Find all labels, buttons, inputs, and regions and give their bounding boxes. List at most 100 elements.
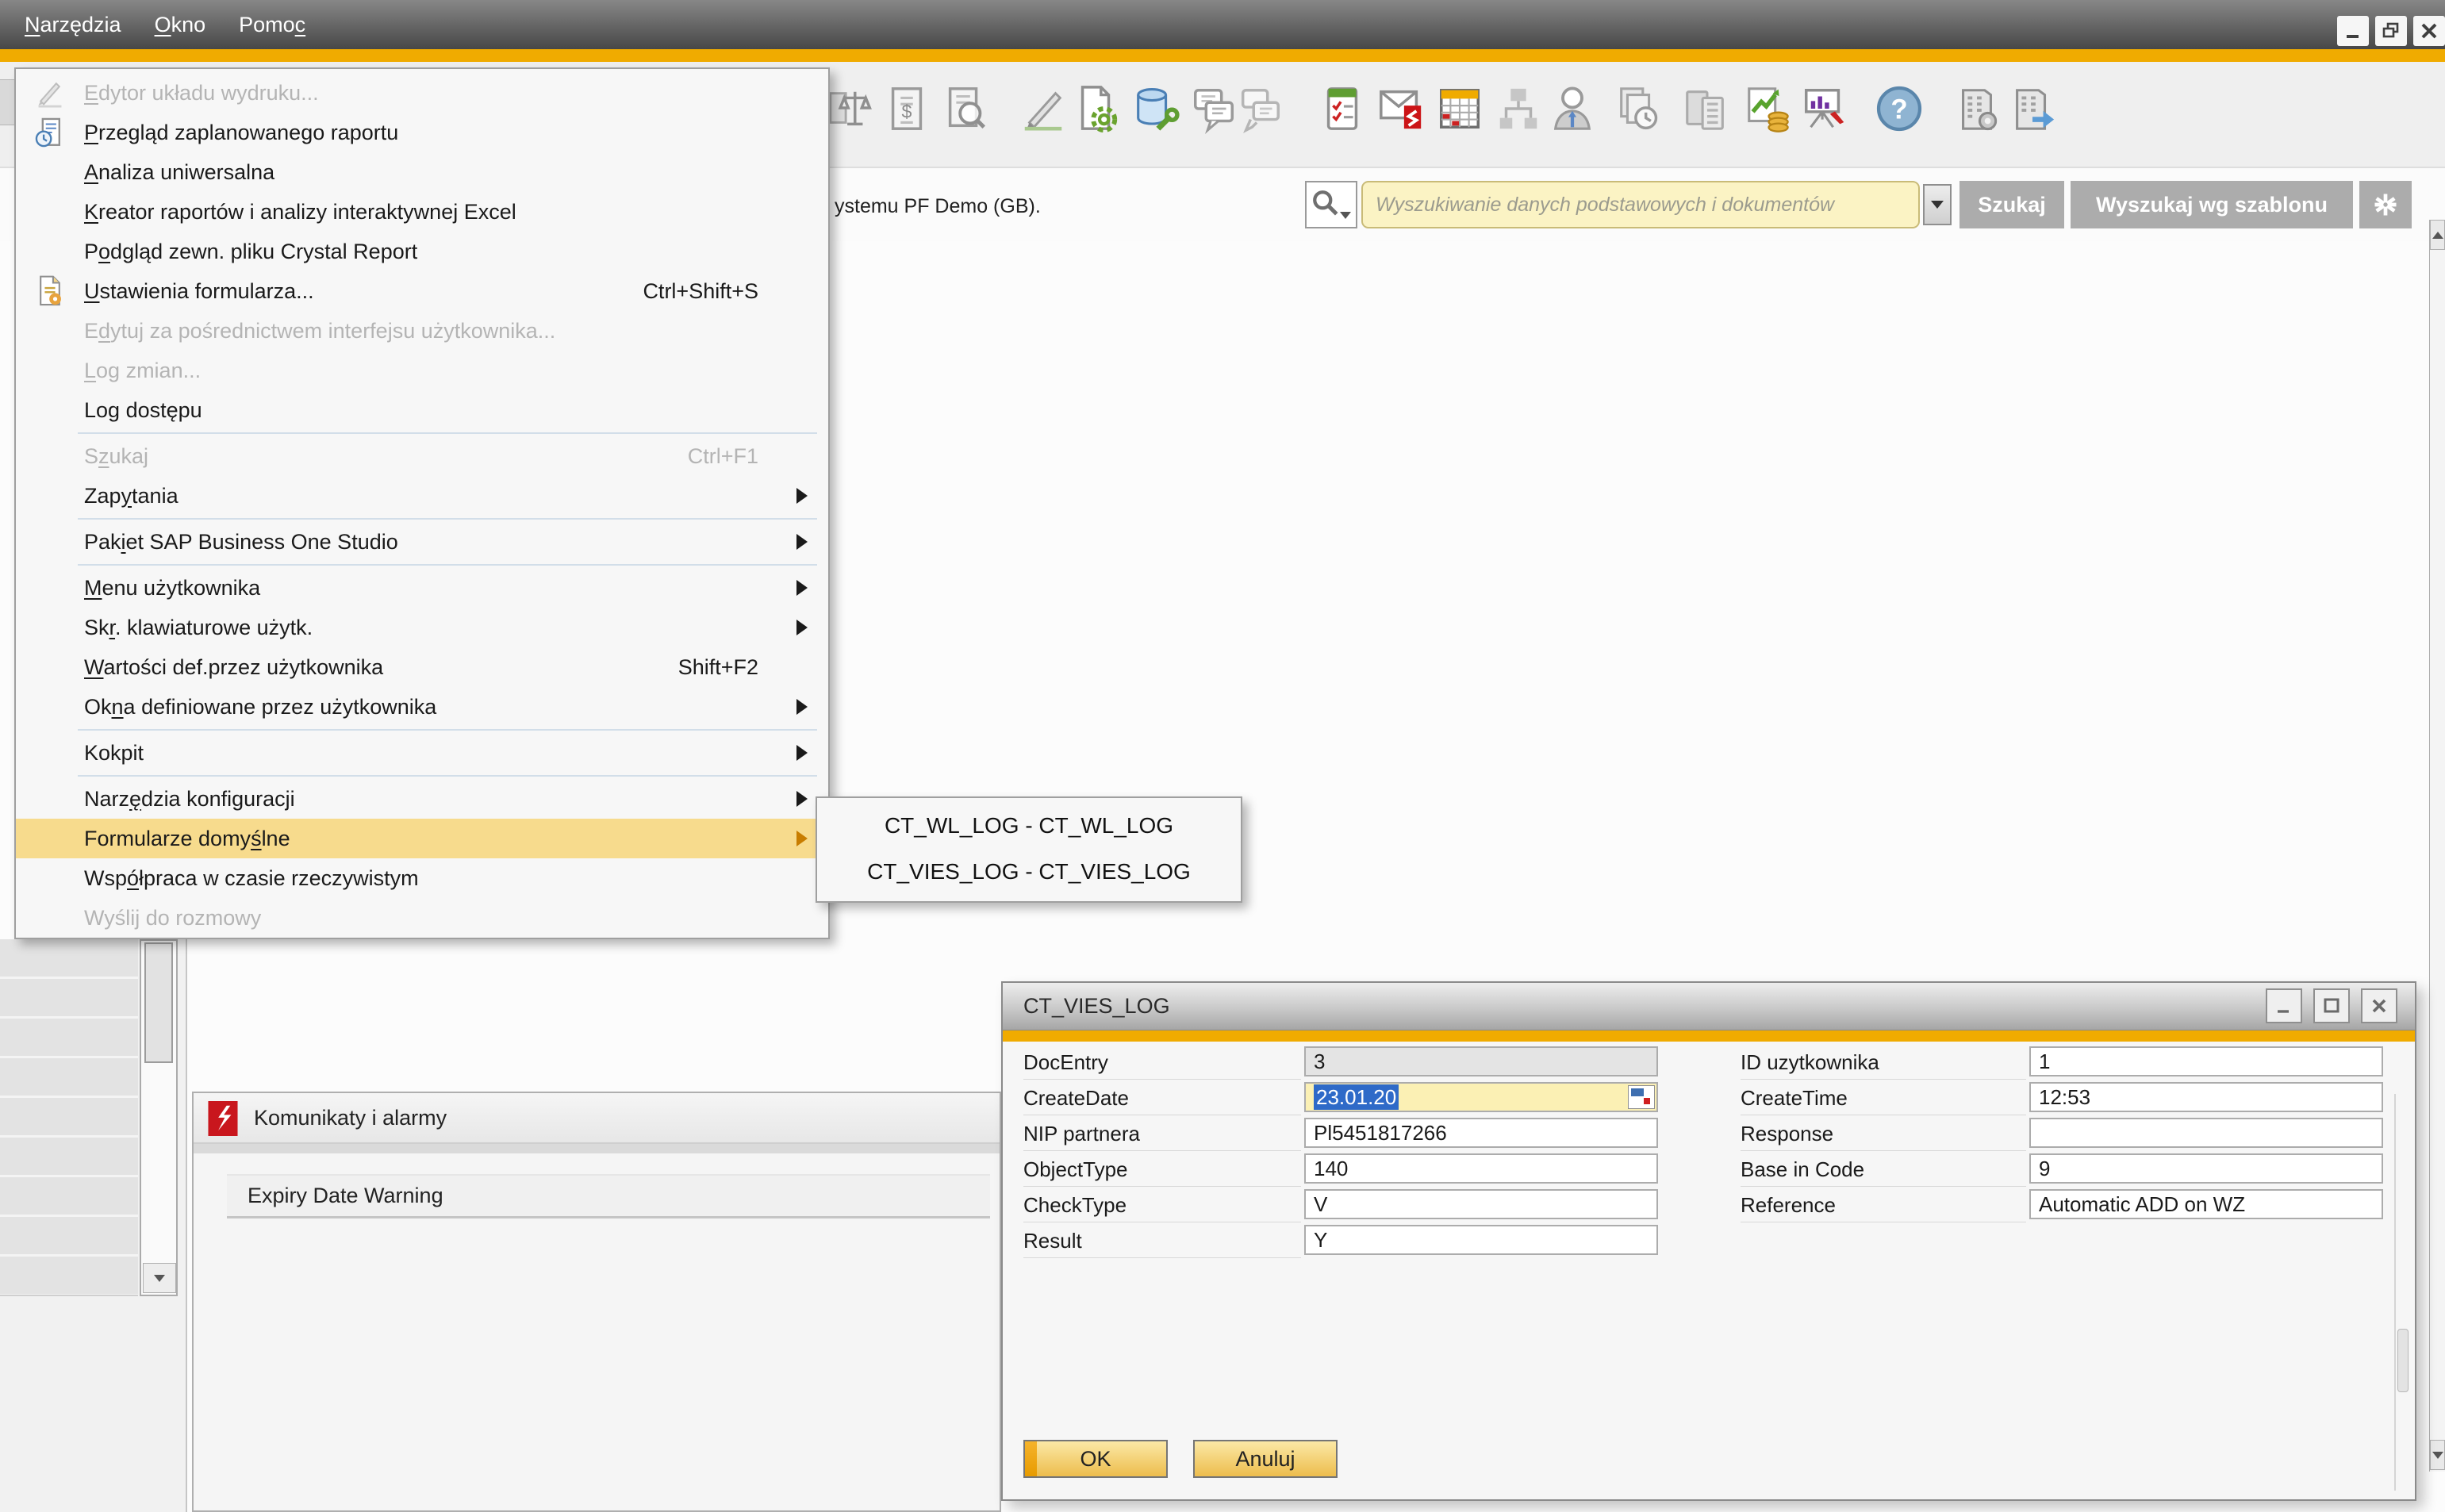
menu-item-label: Formularze domyślne <box>84 827 290 851</box>
chat-forward-icon[interactable] <box>1235 83 1284 135</box>
alert-row[interactable]: Expiry Date Warning <box>227 1174 990 1218</box>
search-button[interactable]: Szukaj <box>1959 181 2064 228</box>
field-input[interactable]: Y <box>1304 1225 1658 1255</box>
menu-item[interactable]: Analiza uniwersalna <box>16 152 828 192</box>
field-input[interactable] <box>2029 1118 2383 1148</box>
dialog-field-row: ID uzytkownika1 <box>1741 1046 2386 1081</box>
dialog-scrollbar[interactable] <box>2394 1094 2409 1491</box>
menu-item[interactable]: Menu użytkownika <box>16 568 828 608</box>
menu-item[interactable]: Kreator raportów i analizy interaktywnej… <box>16 192 828 232</box>
menu-item[interactable]: Log dostępu <box>16 390 828 430</box>
submenu-item[interactable]: CT_VIES_LOG - CT_VIES_LOG <box>817 849 1241 895</box>
menubar-item[interactable]: Okno <box>138 0 223 49</box>
field-input[interactable]: 9 <box>2029 1153 2383 1184</box>
menubar-item[interactable]: Narzędzia <box>8 0 138 49</box>
calendar-picker-icon[interactable] <box>1628 1085 1655 1109</box>
menu-item[interactable]: Pakiet SAP Business One Studio <box>16 522 828 562</box>
chart-coins-icon[interactable] <box>1743 83 1792 135</box>
submenu-item[interactable]: CT_WL_LOG - CT_WL_LOG <box>817 803 1241 849</box>
submenu-arrow-icon <box>796 745 808 761</box>
menu-item[interactable]: Zapytania <box>16 476 828 516</box>
field-input[interactable]: Automatic ADD on WZ <box>2029 1189 2383 1219</box>
calendar-grid-icon[interactable] <box>1435 83 1484 135</box>
document-dollar-icon[interactable]: $ <box>882 83 931 135</box>
chat-bubbles-icon[interactable] <box>1189 83 1238 135</box>
menubar-item[interactable]: Pomoc <box>222 0 322 49</box>
menu-item[interactable]: Edytuj za pośrednictwem interfejsu użytk… <box>16 311 828 351</box>
calendar-checklist-icon[interactable] <box>1318 83 1367 135</box>
close-icon[interactable] <box>2413 16 2445 46</box>
presentation-board-icon[interactable] <box>1800 83 1849 135</box>
search-placeholder: Wyszukiwanie danych podstawowych i dokum… <box>1363 182 1918 227</box>
menu-item[interactable]: Wartości def.przez użytkownikaShift+F2 <box>16 647 828 687</box>
menu-item[interactable]: Log zmian... <box>16 351 828 390</box>
document-gear-icon[interactable] <box>1072 83 1121 135</box>
restore-icon[interactable] <box>2375 16 2407 46</box>
menu-item[interactable]: Edytor układu wydruku... <box>16 73 828 113</box>
field-input[interactable]: 12:53 <box>2029 1082 2383 1112</box>
scrollbar-thumb[interactable] <box>144 942 173 1063</box>
menu-item[interactable]: Formularze domyślne <box>16 819 828 858</box>
document-search-icon[interactable] <box>941 83 990 135</box>
building-gear-icon[interactable] <box>1952 83 2002 135</box>
search-by-template-button[interactable]: Wyszukaj wg szablonu <box>2071 181 2353 228</box>
print-layout-editor-icon <box>16 76 84 109</box>
menu-separator <box>78 729 817 731</box>
menu-item-label: Edytuj za pośrednictwem interfejsu użytk… <box>84 319 555 343</box>
search-icon <box>1310 187 1341 219</box>
cancel-button[interactable]: Anuluj <box>1193 1440 1338 1478</box>
main-vertical-scrollbar[interactable] <box>2429 220 2445 1472</box>
menu-item[interactable]: Okna definiowane przez użytkownika <box>16 687 828 727</box>
field-label: CheckType <box>1023 1188 1301 1222</box>
minimize-icon[interactable] <box>2337 16 2369 46</box>
close-icon[interactable] <box>2361 988 2397 1023</box>
menu-item[interactable]: Podgląd zewn. pliku Crystal Report <box>16 232 828 271</box>
search-dropdown-button[interactable] <box>1923 184 1952 225</box>
field-input[interactable]: 140 <box>1304 1153 1658 1184</box>
field-input[interactable]: 3 <box>1304 1046 1658 1076</box>
menu-item[interactable]: Ustawienia formularza...Ctrl+Shift+S <box>16 271 828 311</box>
field-input[interactable]: 1 <box>2029 1046 2383 1076</box>
database-wrench-icon[interactable] <box>1130 83 1180 135</box>
menu-item[interactable]: Współpraca w czasie rzeczywistym <box>16 858 828 898</box>
field-input[interactable]: 23.01.20 <box>1304 1082 1658 1112</box>
dialog-titlebar[interactable] <box>1003 983 2415 1030</box>
menu-separator <box>78 432 817 434</box>
scroll-down-icon[interactable] <box>143 1263 176 1293</box>
status-message: ystemu PF Demo (GB). <box>835 195 1041 218</box>
menu-item[interactable]: Przegląd zaplanowanego raportu <box>16 113 828 152</box>
menu-item[interactable]: Narzędzia konfiguracji <box>16 779 828 819</box>
search-input[interactable]: Wyszukiwanie danych podstawowych i dokum… <box>1361 181 1920 228</box>
envelope-report-icon[interactable] <box>1376 83 1426 135</box>
menu-item[interactable]: Skr. klawiaturowe użytk. <box>16 608 828 647</box>
field-input[interactable]: Pl5451817266 <box>1304 1118 1658 1148</box>
minimize-icon[interactable] <box>2266 988 2302 1023</box>
device-calculator-icon[interactable] <box>1681 83 1730 135</box>
menu-item[interactable]: Kokpit <box>16 733 828 773</box>
balance-icon[interactable] <box>824 83 873 135</box>
menu-item[interactable]: SzukajCtrl+F1 <box>16 436 828 476</box>
scheduled-report-icon <box>16 116 84 149</box>
field-input[interactable]: V <box>1304 1189 1658 1219</box>
search-settings-button[interactable] <box>2359 181 2412 228</box>
dialog-title: CT_VIES_LOG <box>1023 994 1170 1019</box>
org-chart-icon[interactable] <box>1494 83 1543 135</box>
search-scope-button[interactable] <box>1305 181 1357 228</box>
menu-item-label: Log dostępu <box>84 398 202 423</box>
menu-item[interactable]: Wyślij do rozmowy <box>16 898 828 938</box>
person-icon[interactable] <box>1548 83 1597 135</box>
ok-button[interactable]: OK <box>1023 1440 1168 1478</box>
scroll-up-icon[interactable] <box>2430 220 2445 250</box>
sketch-pencil-icon[interactable] <box>1019 83 1068 135</box>
list-scrollbar[interactable] <box>140 939 178 1296</box>
building-export-icon[interactable] <box>2008 83 2057 135</box>
menu-item-label: Analiza uniwersalna <box>84 160 274 185</box>
help-icon[interactable]: ? <box>1875 83 1924 135</box>
scroll-down-icon[interactable] <box>2430 1440 2445 1470</box>
svg-text:$: $ <box>902 102 912 122</box>
maximize-icon[interactable] <box>2313 988 2350 1023</box>
scrollbar-thumb[interactable] <box>2397 1329 2409 1392</box>
gold-accent-bar <box>0 49 2445 62</box>
menu-item-label: Przegląd zaplanowanego raportu <box>84 121 398 145</box>
documents-clock-icon[interactable] <box>1614 83 1663 135</box>
